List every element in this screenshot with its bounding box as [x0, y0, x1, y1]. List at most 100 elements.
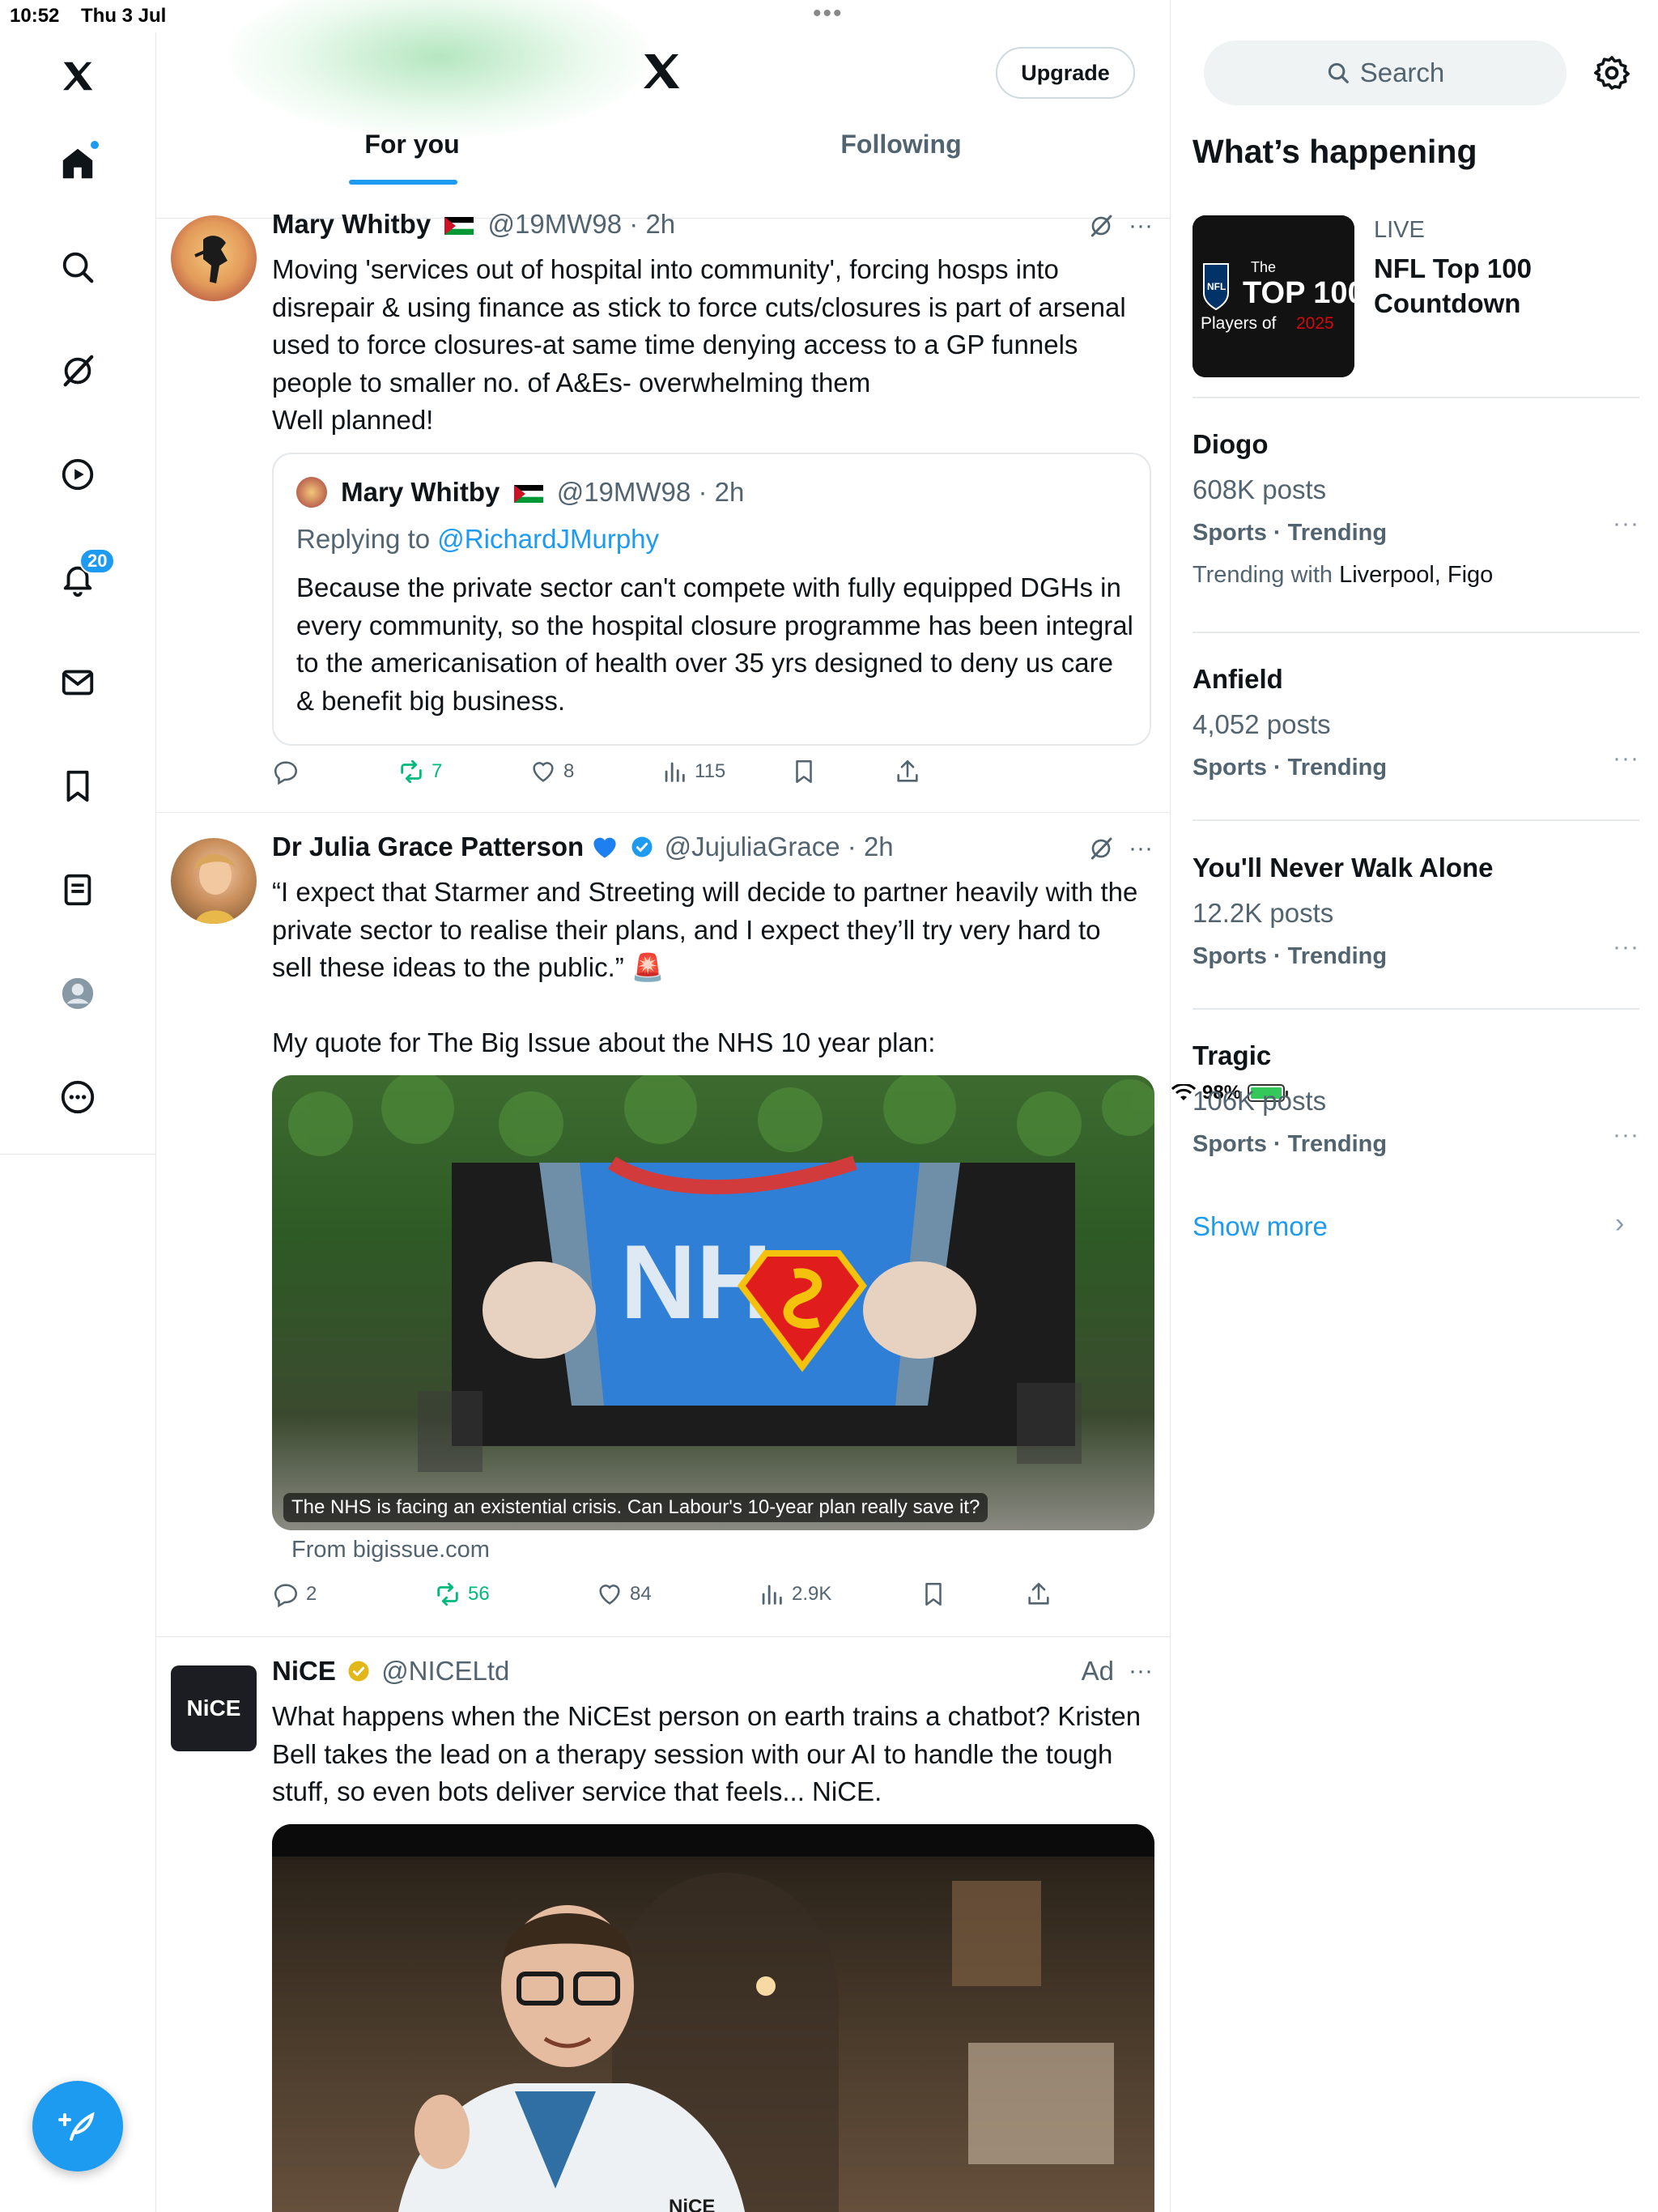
author-handle[interactable]: @NICELtd — [381, 1656, 509, 1686]
author-name[interactable]: Dr Julia Grace Patterson — [272, 832, 584, 861]
show-more-link[interactable]: Show more — [1192, 1211, 1328, 1242]
share-button[interactable] — [894, 758, 921, 785]
tweet-top-icons: ··· — [1088, 835, 1153, 862]
repost-button[interactable]: 56 — [434, 1580, 490, 1608]
more-icon[interactable]: ··· — [1129, 212, 1153, 240]
settings-gear-icon[interactable] — [1592, 53, 1631, 92]
lists-icon[interactable] — [53, 866, 102, 914]
reply-icon — [274, 1584, 298, 1608]
search-field[interactable]: Search — [1204, 40, 1567, 105]
live-event-thumbnail[interactable]: NFL The TOP 100 Players of 2025 — [1192, 215, 1354, 377]
coat-logo-text: NiCE — [669, 2196, 715, 2212]
share-icon — [1028, 1582, 1049, 1605]
quote-header: Mary Whitby @19MW98 · 2h — [296, 477, 744, 508]
trend-item[interactable]: Diogo 608K posts Sports · Trending Trend… — [1192, 429, 1639, 623]
bookmark-button[interactable] — [920, 1580, 947, 1608]
heart-icon — [533, 762, 554, 782]
trend-posts: 106K posts — [1192, 1086, 1327, 1116]
like-count: 8 — [563, 760, 575, 782]
search-icon[interactable] — [53, 243, 102, 291]
right-sidebar: Search What’s happening NFL The TOP 100 … — [1171, 32, 1658, 2212]
notifications-icon[interactable]: 20 — [53, 548, 116, 603]
active-tab-indicator — [349, 180, 457, 185]
tweet-header: Mary Whitby @19MW98 · 2h — [272, 209, 676, 239]
more-icon[interactable]: ··· — [1129, 1657, 1153, 1685]
live-event-title[interactable]: NFL Top 100 Countdown — [1374, 251, 1617, 321]
x-logo-icon[interactable] — [639, 49, 684, 94]
bookmarks-icon[interactable] — [53, 762, 102, 810]
quoted-tweet[interactable]: Mary Whitby @19MW98 · 2h Replying to @Ri… — [272, 453, 1151, 746]
home-icon[interactable] — [53, 139, 102, 188]
profile-icon[interactable] — [53, 969, 102, 1018]
reply-button[interactable]: 2 — [272, 1580, 317, 1608]
quote-author-handle[interactable]: @19MW98 — [557, 477, 691, 507]
share-button[interactable] — [1025, 1580, 1052, 1608]
quote-avatar — [296, 477, 327, 508]
author-handle[interactable]: @19MW98 — [488, 209, 623, 239]
grok-icon[interactable] — [1088, 213, 1114, 239]
nav-divider — [0, 1154, 156, 1155]
trend-category: Sports · Trending — [1192, 943, 1388, 969]
trend-item[interactable]: You'll Never Walk Alone 12.2K posts Spor… — [1192, 853, 1639, 1006]
tab-for-you[interactable]: For you — [347, 130, 477, 160]
author-name[interactable]: NiCE — [272, 1656, 336, 1686]
author-handle[interactable]: @JujuliaGrace — [665, 832, 840, 861]
upgrade-button[interactable]: Upgrade — [996, 47, 1135, 99]
author-name[interactable]: Mary Whitby — [272, 209, 431, 239]
view-count: 2.9K — [792, 1583, 832, 1605]
ad-video[interactable]: NiCE — [272, 1824, 1154, 2212]
tweet[interactable]: Dr Julia Grace Patterson @JujuliaGrace ·… — [156, 814, 1170, 1637]
x-logo-icon[interactable] — [53, 52, 102, 100]
trend-more-icon[interactable]: ··· — [1613, 1121, 1639, 1149]
trend-name: Diogo — [1192, 429, 1269, 459]
trend-divider — [1192, 819, 1639, 821]
replying-to-link[interactable]: @RichardJMurphy — [437, 524, 659, 554]
repost-button[interactable]: 7 — [397, 758, 442, 785]
more-icon[interactable]: ··· — [1129, 835, 1153, 862]
view-count: 115 — [695, 760, 726, 782]
quote-author-name[interactable]: Mary Whitby — [341, 477, 500, 507]
like-button[interactable]: 84 — [596, 1580, 652, 1608]
trend-posts: 4,052 posts — [1192, 709, 1331, 739]
trend-item[interactable]: Tragic 106K posts Sports · Trending ··· — [1192, 1040, 1639, 1194]
bookmark-button[interactable] — [790, 758, 818, 785]
views-button[interactable]: 115 — [661, 758, 725, 785]
trend-item[interactable]: Anfield 4,052 posts Sports · Trending ··… — [1192, 664, 1639, 818]
trend-name: You'll Never Walk Alone — [1192, 853, 1494, 883]
video-icon[interactable] — [53, 450, 102, 499]
more-options-icon[interactable] — [53, 1073, 102, 1121]
grok-icon[interactable] — [1088, 836, 1114, 861]
tweet-text: What happens when the NiCEst person on e… — [272, 1701, 1141, 1806]
timeline-header: Upgrade For you Following — [156, 32, 1170, 219]
trend-with: Trending with Liverpool, Figo — [1192, 562, 1494, 588]
reply-button[interactable] — [272, 758, 306, 785]
trend-more-icon[interactable]: ··· — [1613, 745, 1639, 772]
home-unread-dot — [91, 141, 99, 149]
avatar[interactable] — [171, 838, 257, 924]
tab-following[interactable]: Following — [820, 130, 982, 160]
card-source[interactable]: From bigissue.com — [291, 1537, 490, 1563]
tweet-top-icons: ··· — [1088, 212, 1153, 240]
avatar[interactable]: NiCE — [171, 1665, 257, 1751]
avatar[interactable] — [171, 215, 257, 301]
grok-icon[interactable] — [53, 347, 102, 395]
compose-button[interactable] — [32, 2081, 123, 2172]
whats-happening-title: What’s happening — [1192, 133, 1477, 170]
messages-icon[interactable] — [53, 658, 102, 707]
chevron-right-icon[interactable]: › — [1615, 1208, 1624, 1240]
link-card-image[interactable]: NH The NHS is facing an existential cris… — [272, 1075, 1154, 1530]
trend-divider — [1192, 632, 1639, 633]
promoted-tweet[interactable]: NiCE NiCE @NICELtd Ad ··· What happens w… — [156, 1638, 1170, 2212]
share-icon — [897, 759, 918, 782]
trend-posts: 12.2K posts — [1192, 898, 1334, 928]
heart-icon — [599, 1585, 620, 1605]
trend-more-icon[interactable]: ··· — [1613, 934, 1639, 961]
views-button[interactable]: 2.9K — [758, 1580, 831, 1608]
tweet[interactable]: Mary Whitby @19MW98 · 2h ··· Moving 'ser… — [156, 191, 1170, 813]
verified-badge-icon — [631, 836, 652, 857]
tweet-time: 2h — [863, 832, 894, 861]
trend-more-icon[interactable]: ··· — [1613, 510, 1639, 538]
like-button[interactable]: 8 — [529, 758, 574, 785]
replying-to-label: Replying to — [296, 524, 431, 554]
tweet-top-icons: Ad ··· — [1082, 1656, 1153, 1687]
